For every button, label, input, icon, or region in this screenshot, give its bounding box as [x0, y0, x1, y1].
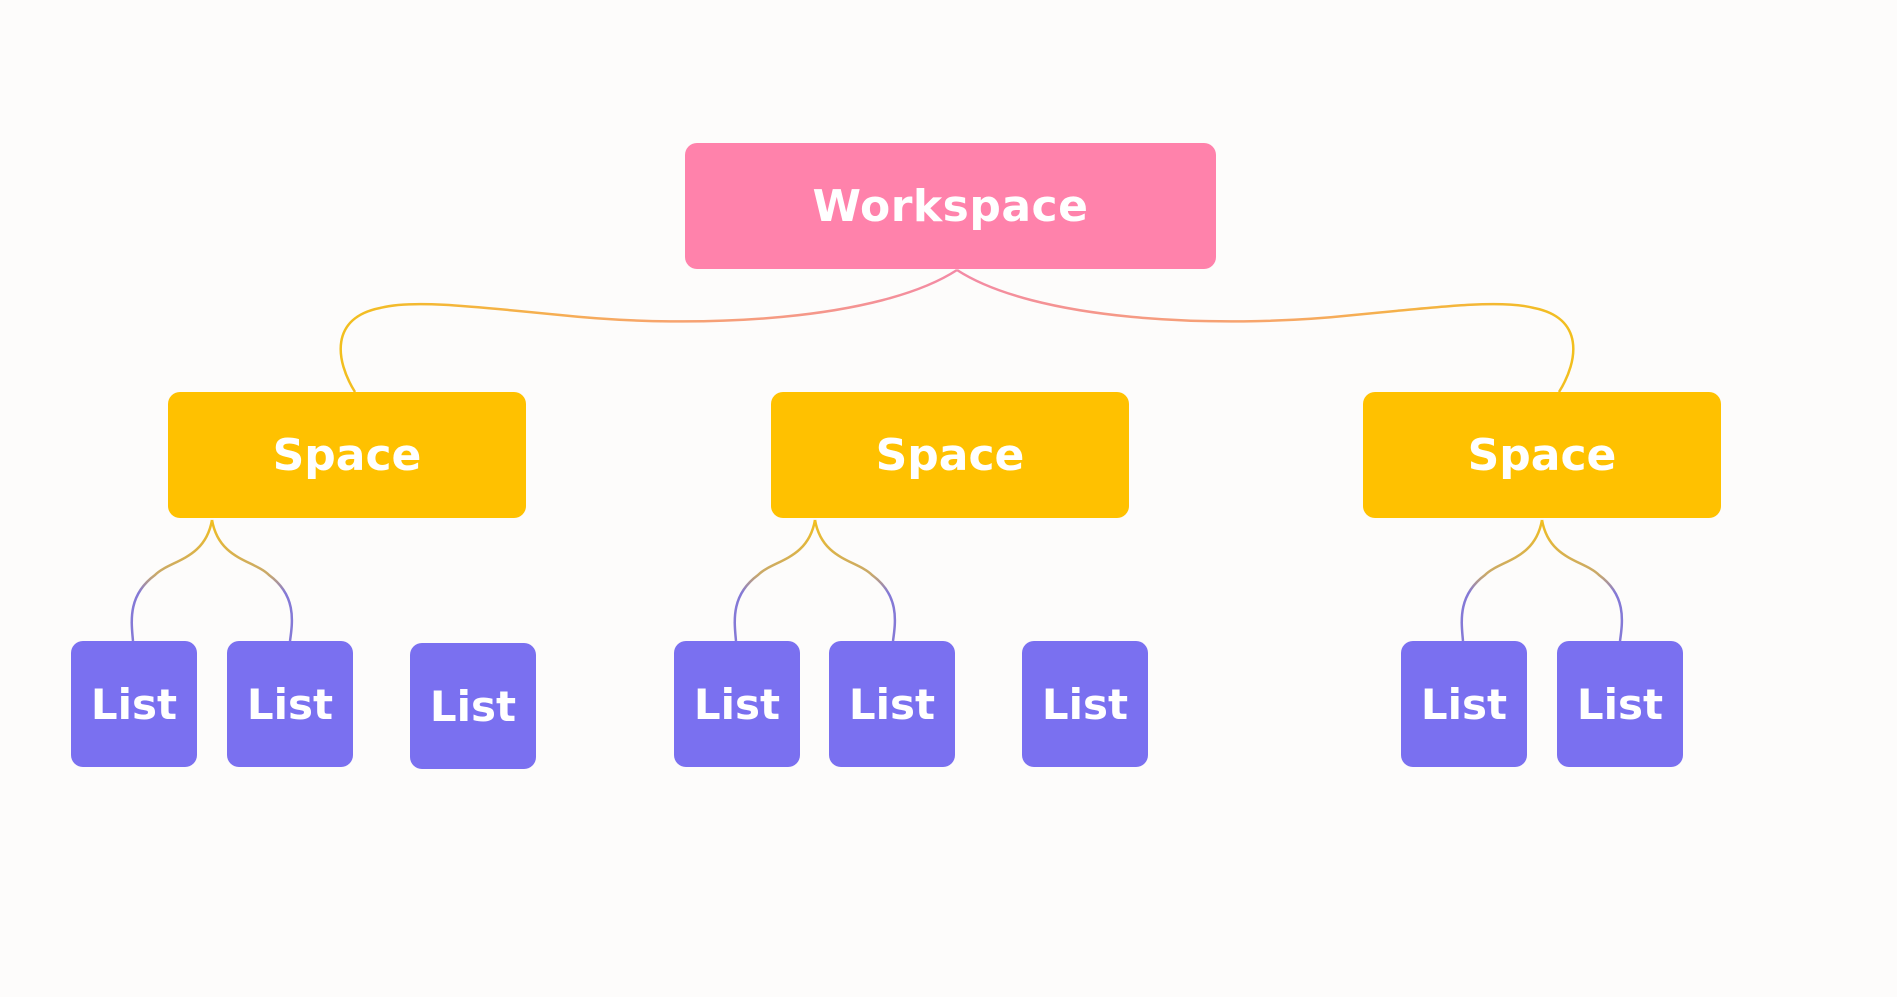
link-space-3-list-2 [1540, 519, 1624, 642]
space-node-2: Space [771, 392, 1129, 518]
list-node: List [1401, 641, 1527, 767]
link-space-1-list-2 [210, 519, 294, 642]
space-node-3: Space [1363, 392, 1721, 518]
link-space-2-list-2 [813, 519, 897, 642]
link-workspace-space-3 [956, 268, 1575, 393]
list-node: List [1022, 641, 1148, 767]
list-node: List [674, 641, 800, 767]
list-node: List [227, 641, 353, 767]
link-workspace-space-1 [339, 268, 958, 393]
space-node-1: Space [168, 392, 526, 518]
link-space-2-list-1 [733, 519, 817, 642]
workspace-node: Workspace [685, 143, 1216, 269]
link-space-1-list-1 [130, 519, 214, 642]
list-node: List [829, 641, 955, 767]
list-node: List [410, 643, 536, 769]
list-node: List [1557, 641, 1683, 767]
list-node: List [71, 641, 197, 767]
link-space-3-list-1 [1460, 519, 1544, 642]
